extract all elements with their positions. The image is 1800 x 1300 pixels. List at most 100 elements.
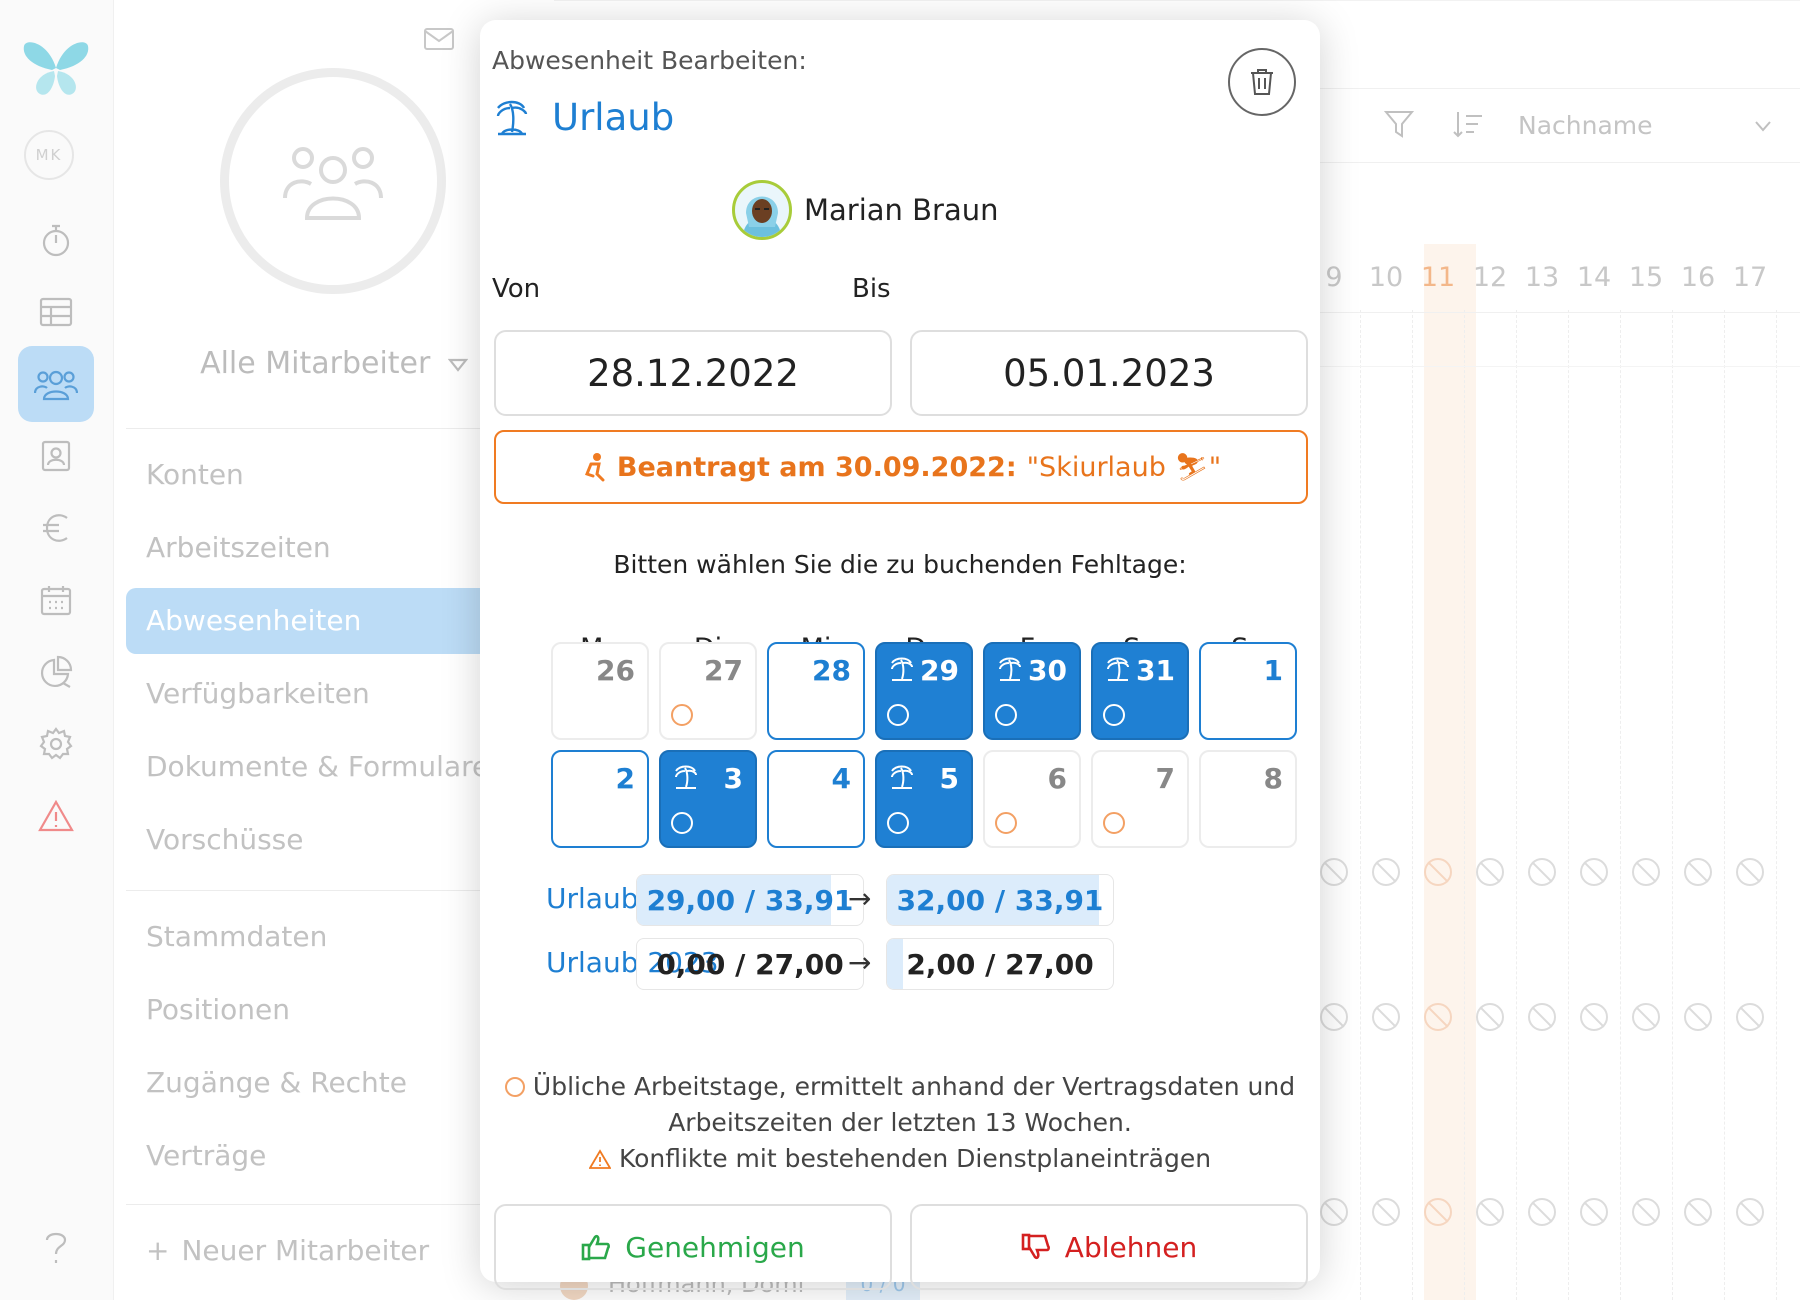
request-note: "Skiurlaub ⛷" [1026, 452, 1222, 483]
nav-abwesenheiten[interactable]: Abwesenheiten [146, 604, 361, 637]
usual-workday-circle-icon [671, 812, 693, 834]
unavailable-icon [1372, 858, 1400, 886]
from-label: Von [492, 274, 541, 304]
day-number: 6 [1047, 762, 1067, 795]
day-number: 2 [615, 762, 635, 795]
usual-workday-circle-icon [995, 812, 1017, 834]
user-avatar[interactable]: MK [24, 130, 74, 180]
unavailable-icon [1476, 858, 1504, 886]
usual-workday-circle-icon [1103, 704, 1125, 726]
table-icon[interactable] [18, 274, 94, 350]
day-number: 7 [1155, 762, 1175, 795]
unavailable-icon [1424, 1198, 1452, 1226]
stopwatch-icon[interactable] [18, 202, 94, 278]
absence-type[interactable]: Urlaub [492, 96, 674, 139]
to-date-input[interactable]: 05.01.2023 [910, 330, 1308, 416]
new-employee-button[interactable]: + Neuer Mitarbeiter [146, 1234, 429, 1267]
warning-icon[interactable] [18, 778, 94, 854]
calendar-day-number: 13 [1524, 262, 1560, 293]
balance-before: 0,00 / 27,00 [636, 938, 864, 990]
request-date: Beantragt am 30.09.2022: [616, 451, 1017, 483]
sort-icon[interactable] [1452, 110, 1484, 138]
delete-button[interactable] [1228, 48, 1296, 116]
day-cell[interactable]: 4 [767, 750, 865, 848]
day-cell[interactable]: 28 [767, 642, 865, 740]
butterfly-logo-icon[interactable] [22, 38, 90, 98]
unavailable-icon [1476, 1003, 1504, 1031]
avatar [732, 180, 792, 240]
balance-value: 29,00 / 33,91 [646, 883, 854, 917]
calendar-day-number: 12 [1472, 262, 1508, 293]
mail-icon[interactable] [424, 28, 454, 50]
calendar-day-number: 10 [1368, 262, 1404, 293]
chevron-down-icon[interactable] [1754, 120, 1772, 132]
euro-icon[interactable] [18, 490, 94, 566]
palm-tree-icon [492, 98, 532, 138]
balance-after: 2,00 / 27,00 [886, 938, 1114, 990]
thumbs-up-icon [581, 1233, 611, 1261]
reject-button[interactable]: Ablehnen [910, 1204, 1308, 1290]
unavailable-icon [1736, 1198, 1764, 1226]
filter-icon[interactable] [1384, 110, 1414, 138]
reject-label: Ablehnen [1064, 1230, 1198, 1264]
app-rail: MK [0, 0, 114, 1300]
calendar-icon[interactable] [18, 562, 94, 638]
nav-stammdaten[interactable]: Stammdaten [146, 920, 327, 953]
day-cell[interactable]: 31 [1091, 642, 1189, 740]
day-number: 28 [812, 654, 851, 687]
unavailable-icon [1684, 1198, 1712, 1226]
unavailable-icon [1736, 1003, 1764, 1031]
nav-positionen[interactable]: Positionen [146, 993, 290, 1026]
usual-workday-circle-icon [887, 704, 909, 726]
help-icon[interactable] [18, 1210, 94, 1286]
gear-icon[interactable] [18, 706, 94, 782]
nav-zugaenge[interactable]: Zugänge & Rechte [146, 1066, 407, 1099]
id-card-icon[interactable] [18, 418, 94, 494]
note-line-1: Übliche Arbeitstage, ermittelt anhand de… [532, 1072, 1296, 1101]
day-cell[interactable]: 27 [659, 642, 757, 740]
thumbs-down-icon [1021, 1233, 1051, 1261]
approve-button[interactable]: Genehmigen [494, 1204, 892, 1290]
day-cell[interactable]: 8 [1199, 750, 1297, 848]
nav-vertraege[interactable]: Verträge [146, 1139, 266, 1172]
sort-field[interactable]: Nachname [1518, 111, 1653, 140]
day-number: 27 [704, 654, 743, 687]
employee-chip: Marian Braun [732, 180, 999, 240]
absence-edit-dialog: Abwesenheit Bearbeiten: Urlaub Marian Br… [480, 20, 1320, 1290]
day-cell[interactable]: 1 [1199, 642, 1297, 740]
day-cell[interactable]: 7 [1091, 750, 1189, 848]
balance-value: 0,00 / 27,00 [656, 947, 844, 981]
balance-value: 2,00 / 27,00 [906, 947, 1094, 981]
unavailable-icon [1476, 1198, 1504, 1226]
unavailable-icon [1320, 858, 1348, 886]
pie-chart-icon[interactable] [18, 634, 94, 710]
new-employee-label: Neuer Mitarbeiter [181, 1234, 430, 1267]
unavailable-icon [1372, 1198, 1400, 1226]
nav-dokumente[interactable]: Dokumente & Formulare [146, 750, 489, 783]
day-cell[interactable]: 2 [551, 750, 649, 848]
arrow-right-icon: → [848, 946, 872, 979]
dialog-title: Abwesenheit Bearbeiten: [492, 46, 807, 75]
from-date-input[interactable]: 28.12.2022 [494, 330, 892, 416]
usual-days-note: Übliche Arbeitstage, ermittelt anhand de… [480, 1072, 1320, 1101]
day-cell[interactable]: 3 [659, 750, 757, 848]
nav-arbeitszeiten[interactable]: Arbeitszeiten [146, 531, 331, 564]
nav-vorschuesse[interactable]: Vorschüsse [146, 823, 304, 856]
day-cell[interactable]: 6 [983, 750, 1081, 848]
day-cell[interactable]: 26 [551, 642, 649, 740]
day-cell[interactable]: 30 [983, 642, 1081, 740]
calendar-day-number: 17 [1732, 262, 1768, 293]
day-number: 4 [831, 762, 851, 795]
day-cell[interactable]: 29 [875, 642, 973, 740]
to-label: Bis [852, 274, 891, 304]
palm-tree-icon [1105, 656, 1131, 682]
nav-konten[interactable]: Konten [146, 458, 244, 491]
day-number: 1 [1263, 654, 1283, 687]
nav-verfuegbarkeiten[interactable]: Verfügbarkeiten [146, 677, 370, 710]
balance-before: 29,00 / 33,91 [636, 874, 864, 926]
group-name: Alle Mitarbeiter [200, 346, 431, 381]
employees-icon[interactable] [18, 346, 94, 422]
absence-type-label: Urlaub [552, 96, 675, 139]
day-cell[interactable]: 5 [875, 750, 973, 848]
unavailable-icon [1632, 858, 1660, 886]
